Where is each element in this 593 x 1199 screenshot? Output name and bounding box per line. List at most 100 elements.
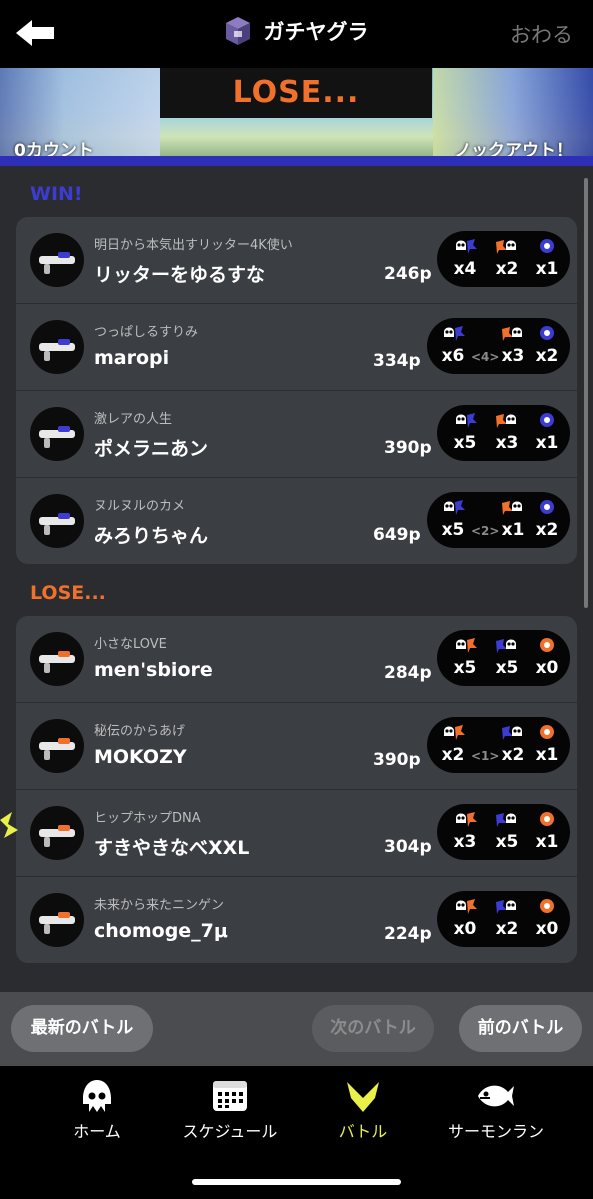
next-battle-button[interactable]: 次のバトル <box>312 1005 434 1052</box>
player-name: maropi <box>94 347 170 369</box>
player-row[interactable]: 激レアの人生 ポメラニあン 390p x5 x3 x1 <box>16 391 577 478</box>
page-title: ガチヤグラ <box>263 20 369 44</box>
player-title: ヒップホップDNA <box>94 811 201 826</box>
death-icon <box>502 501 522 515</box>
stats-pill: x0 x2 x0 <box>437 891 570 947</box>
stats-pill: x5 x3 x1 <box>437 405 570 461</box>
weapon-icon <box>30 632 84 686</box>
tab-schedule[interactable]: スケジュール <box>156 1078 304 1142</box>
paint-points: 304p <box>384 837 432 857</box>
player-row[interactable]: 未来から来たニンゲン chomoge_7μ 224p x0 x2 x0 <box>16 877 577 963</box>
player-row[interactable]: 明日から本気出すリッター4K使い リッターをゆるすな 246p x4 x2 x1 <box>16 217 577 304</box>
kills-stat: x0 <box>445 891 485 947</box>
player-name: MOKOZY <box>94 746 187 768</box>
player-name: リッターをゆるすな <box>94 264 266 286</box>
kills-stat: x5 <box>445 405 485 461</box>
kill-icon <box>444 725 465 740</box>
deaths-value: x2 <box>495 919 519 939</box>
battle-nav-bar: 最新のバトル 次のバトル 前のバトル <box>0 992 593 1066</box>
death-icon <box>496 900 516 914</box>
kills-value: x5 <box>453 433 477 453</box>
player-title: ヌルヌルのカメ <box>94 499 186 514</box>
tower-icon <box>226 17 251 45</box>
paint-points: 284p <box>384 663 432 683</box>
player-name: men'sbiore <box>94 659 213 681</box>
kills-value: x5 <box>441 520 465 540</box>
player-title: 激レアの人生 <box>94 412 173 427</box>
header: ガチヤグラ おわる <box>0 0 593 68</box>
tab-label: サーモンラン <box>447 1122 544 1141</box>
special-weapon-icon <box>540 500 554 514</box>
player-row[interactable]: 小さなLOVE men'sbiore 284p x5 x5 x0 <box>16 616 577 703</box>
tab-salmon-run[interactable]: サーモンラン <box>422 1078 570 1142</box>
squid-icon <box>83 1080 111 1112</box>
quit-button[interactable]: おわる <box>510 19 573 49</box>
weapon-icon <box>30 806 84 860</box>
special-weapon-icon <box>540 638 554 652</box>
salmon-icon <box>478 1085 514 1107</box>
player-name: みろりちゃん <box>94 525 209 547</box>
deaths-value: x5 <box>495 658 519 678</box>
paint-points: 246p <box>384 264 432 284</box>
player-row[interactable]: 秘伝のからあげ MOKOZY 390p x2 <1> x2 x1 <box>16 703 577 790</box>
weapon-icon <box>30 320 84 374</box>
result-banner: LOSE... 0カウント ノックアウト！ <box>0 68 593 166</box>
kills-value: x3 <box>453 832 477 852</box>
tab-battle[interactable]: バトル <box>289 1078 437 1142</box>
title-group: ガチヤグラ <box>0 16 593 46</box>
player-row[interactable]: ヌルヌルのカメ みろりちゃん 649p x5 <2> x1 x2 <box>16 478 577 564</box>
results-list[interactable]: WIN! 明日から本気出すリッター4K使い リッターをゆるすな 246p x4 <box>0 166 593 992</box>
specials-stat: x1 <box>527 804 567 860</box>
specials-stat: x1 <box>527 231 567 287</box>
deaths-stat: x5 <box>487 630 527 686</box>
paint-points: 224p <box>384 924 432 944</box>
tab-label: バトル <box>338 1122 388 1141</box>
specials-stat: x2 <box>527 492 567 548</box>
player-row[interactable]: つっぱしるすりみ maropi 334p x6 <4> x3 x2 <box>16 304 577 391</box>
specials-stat: x0 <box>527 891 567 947</box>
tab-label: ホーム <box>73 1122 121 1141</box>
stats-pill: x4 x2 x1 <box>437 231 570 287</box>
deaths-value: x2 <box>495 259 519 279</box>
player-title: 明日から本気出すリッター4K使い <box>94 238 293 253</box>
player-name: すきやきなべXXL <box>94 837 250 859</box>
kill-icon <box>456 812 477 827</box>
paint-points: 649p <box>373 525 421 545</box>
tab-home[interactable]: ホーム <box>23 1078 171 1142</box>
deaths-stat: x2 <box>487 891 527 947</box>
kills-stat: x6 <box>433 318 473 374</box>
player-name: chomoge_7μ <box>94 920 228 942</box>
deaths-stat: x3 <box>487 405 527 461</box>
prev-battle-button[interactable]: 前のバトル <box>459 1005 582 1052</box>
special-weapon-icon <box>540 725 554 739</box>
scrollbar[interactable] <box>584 178 588 608</box>
tab-label: スケジュール <box>182 1122 278 1141</box>
death-icon <box>496 639 516 653</box>
specials-value: x0 <box>535 658 559 678</box>
specials-value: x1 <box>535 259 559 279</box>
latest-battle-button[interactable]: 最新のバトル <box>11 1005 153 1052</box>
kills-stat: x2 <box>433 717 473 773</box>
player-row[interactable]: ヒップホップDNA すきやきなべXXL 304p x3 x5 x1 <box>16 790 577 877</box>
deaths-value: x5 <box>495 832 519 852</box>
specials-value: x2 <box>535 520 559 540</box>
kills-value: x4 <box>453 259 477 279</box>
stats-pill: x3 x5 x1 <box>437 804 570 860</box>
deaths-stat: x2 <box>487 231 527 287</box>
specials-value: x1 <box>535 832 559 852</box>
special-weapon-icon <box>540 326 554 340</box>
stats-pill: x5 <2> x1 x2 <box>427 492 570 548</box>
kills-value: x0 <box>453 919 477 939</box>
special-weapon-icon <box>540 899 554 913</box>
player-title: 未来から来たニンゲン <box>94 898 225 913</box>
kill-icon <box>444 326 465 341</box>
kills-stat: x5 <box>433 492 473 548</box>
special-weapon-icon <box>540 812 554 826</box>
kills-value: x5 <box>453 658 477 678</box>
player-marker-icon <box>0 812 18 838</box>
stats-pill: x2 <1> x2 x1 <box>427 717 570 773</box>
weapon-icon <box>30 407 84 461</box>
kill-icon <box>456 899 477 914</box>
paint-points: 334p <box>373 351 421 371</box>
result-text: LOSE... <box>232 75 360 110</box>
